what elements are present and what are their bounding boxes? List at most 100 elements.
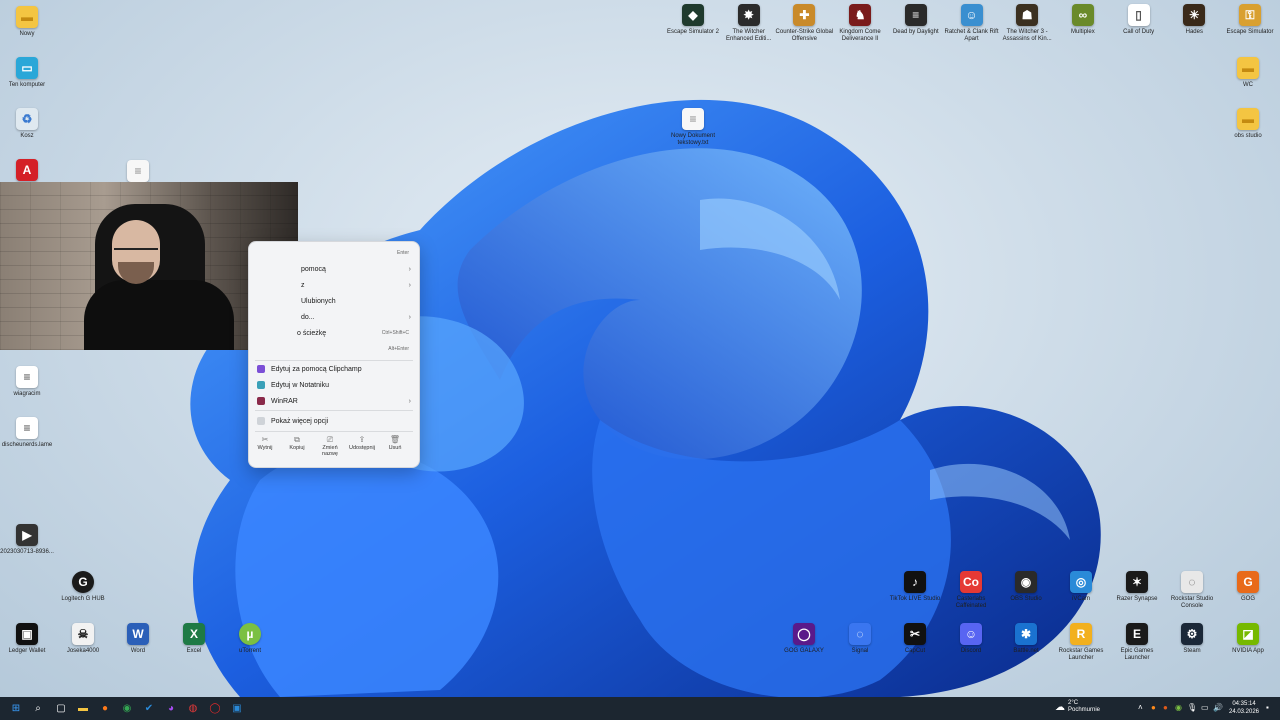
share-icon: ⇪ bbox=[358, 435, 366, 444]
casterlabs-icon: Co bbox=[960, 571, 982, 593]
task-view-icon[interactable]: ▢ bbox=[53, 700, 69, 716]
desktop-app-icon-6[interactable]: G GOG bbox=[1219, 571, 1277, 603]
desktop-app-icon-2[interactable]: ✂ CapCut bbox=[886, 623, 944, 655]
app-icon[interactable]: ◍ bbox=[185, 700, 201, 716]
network-icon[interactable]: ▭ bbox=[1201, 703, 1209, 712]
logitech-icon: G bbox=[72, 571, 94, 593]
file-explorer-icon[interactable]: ▬ bbox=[75, 700, 91, 716]
desktop-icon-new-text-document[interactable]: ≡ Nowy Dokument tekstowy.txt bbox=[664, 108, 722, 147]
notification-icon[interactable]: ▪ bbox=[1266, 703, 1269, 712]
tray-app-icon[interactable]: ● bbox=[1151, 703, 1156, 712]
messenger-icon[interactable]: ◕ bbox=[163, 700, 179, 716]
context-menu: Enter pomocą › z › Ulubionych do... › o … bbox=[248, 241, 420, 468]
desktop-icon-video[interactable]: ▶ 2023030713-8936... bbox=[0, 524, 56, 556]
desktop-top-icon-5[interactable]: ☺ Ratchet & Clank Rift Apart bbox=[943, 4, 1001, 43]
desktop-app-icon-4[interactable]: ✱ Battle.net bbox=[997, 623, 1055, 655]
menu-item-label: Pokaż więcej opcji bbox=[271, 417, 329, 425]
desktop-top-icon-9[interactable]: ☀ Hades bbox=[1165, 4, 1223, 36]
context-menu-item-clipchamp[interactable]: Edytuj za pomocą Clipchamp bbox=[249, 362, 419, 376]
weather-widget[interactable]: ☁ 2°C Pochmurnie bbox=[1055, 700, 1100, 714]
desktop-icon-ledger[interactable]: ▣ Ledger Wallet bbox=[0, 623, 56, 655]
context-menu-item-properties[interactable]: Alt+Enter bbox=[249, 342, 419, 356]
desktop-app-icon-1[interactable]: Co Casterlabs Caffeinated bbox=[942, 571, 1000, 610]
tray-app-icon[interactable]: ◉ bbox=[1175, 703, 1182, 712]
firefox-icon[interactable]: ● bbox=[97, 700, 113, 716]
tray-app-icon[interactable]: ● bbox=[1163, 703, 1168, 712]
cs-icon: ✚ bbox=[793, 4, 816, 26]
desktop-app-icon-5[interactable]: ◌ Rockstar Studio Console bbox=[1163, 571, 1221, 610]
nvidia-icon: ◪ bbox=[1237, 623, 1259, 645]
desktop-app-icon-2[interactable]: ◉ OBS Studio bbox=[997, 571, 1055, 603]
desktop-icon-label: Nowy bbox=[19, 31, 35, 37]
desktop-top-icon-4[interactable]: ≡ Dead by Daylight bbox=[887, 4, 945, 36]
desktop-app-icon-3[interactable]: ☺ Discord bbox=[942, 623, 1000, 655]
desktop-icon-label: Ten komputer bbox=[8, 82, 46, 88]
context-menu-item-winrar[interactable]: WinRAR › bbox=[249, 394, 419, 408]
gog-orange-icon: G bbox=[1237, 571, 1259, 593]
context-menu-item-send-to[interactable]: do... › bbox=[249, 310, 419, 324]
chevron-right-icon: › bbox=[408, 265, 411, 273]
desktop-icon-label: Kosz bbox=[20, 133, 34, 139]
action-rename-button[interactable]: ⎚ Zmień nazwę bbox=[315, 435, 345, 457]
context-menu-item-favorites[interactable]: Ulubionych bbox=[249, 294, 419, 308]
desktop-top-icon-1[interactable]: ✸ The Witcher Enhanced Editi... bbox=[720, 4, 778, 43]
desktop-icon-nowy[interactable]: ▬ Nowy bbox=[0, 6, 56, 38]
context-menu-item-copy-path[interactable]: o ścieżkę Ctrl+Shift+C bbox=[249, 326, 419, 340]
desktop-top-icon-6[interactable]: ☗ The Witcher 3 - Assassins of Kin... bbox=[998, 4, 1056, 43]
context-menu-item-open[interactable]: Enter bbox=[249, 246, 419, 260]
desktop-top-icon-7[interactable]: ∞ Multiplex bbox=[1054, 4, 1112, 36]
desktop-top-icon-2[interactable]: ✚ Counter-Strike Global Offensive bbox=[775, 4, 833, 43]
chevron-up-icon[interactable]: ˄ bbox=[1138, 703, 1143, 712]
desktop-icon-recycle-bin[interactable]: ♻ Kosz bbox=[0, 108, 56, 140]
action-share-button[interactable]: ⇪ Udostępnij bbox=[347, 435, 377, 451]
desktop-icon-doc-2[interactable]: ≡ discheunerds.lame bbox=[0, 417, 56, 449]
search-icon[interactable]: ⌕ bbox=[30, 700, 46, 716]
context-menu-item-show-more[interactable]: Pokaż więcej opcji bbox=[249, 414, 419, 428]
tasks-icon[interactable]: ✔ bbox=[141, 700, 157, 716]
desktop-icon-text-file[interactable]: ≡ bbox=[109, 160, 167, 182]
opera-icon[interactable]: ◯ bbox=[207, 700, 223, 716]
desktop-icon-pdf[interactable]: A bbox=[0, 159, 56, 181]
desktop-icon-excel[interactable]: X Excel bbox=[165, 623, 223, 655]
desktop-top-icon-8[interactable]: ▯ Call of Duty bbox=[1110, 4, 1168, 36]
menu-separator bbox=[255, 360, 413, 361]
context-menu-item-share-with[interactable]: z › bbox=[249, 278, 419, 292]
desktop-top-icon-0[interactable]: ◆ Escape Simulator 2 bbox=[664, 4, 722, 36]
desktop-app-icon-1[interactable]: ◌ Signal bbox=[831, 623, 889, 655]
desktop-app-icon-0[interactable]: ◯ GOG GALAXY bbox=[775, 623, 833, 655]
action-cut-button[interactable]: ✂ Wytnij bbox=[250, 435, 280, 451]
desktop-icon-label: OBS Studio bbox=[1010, 596, 1042, 602]
desktop-app-icon-5[interactable]: R Rockstar Games Launcher bbox=[1052, 623, 1110, 662]
desktop-icon-wc[interactable]: ▬ WC bbox=[1219, 57, 1277, 89]
desktop-top-icon-3[interactable]: ♞ Kingdom Come Deliverance II bbox=[831, 4, 889, 43]
desktop-app-icon-6[interactable]: E Epic Games Launcher bbox=[1108, 623, 1166, 662]
desktop-icon-this-pc[interactable]: ▭ Ten komputer bbox=[0, 57, 56, 89]
desktop-icon-obs-folder[interactable]: ▬ obs studio bbox=[1219, 108, 1277, 140]
desktop-app-icon-8[interactable]: ◪ NVIDIA App bbox=[1219, 623, 1277, 655]
desktop-app-icon-7[interactable]: ⚙ Steam bbox=[1163, 623, 1221, 655]
desktop-icon-logitech[interactable]: G Logitech G HUB bbox=[54, 571, 112, 603]
desktop-icon-label: Kingdom Come Deliverance II bbox=[839, 29, 881, 42]
battlenet-icon: ✱ bbox=[1015, 623, 1037, 645]
desktop-icon-doc-1[interactable]: ≡ wiagracim bbox=[0, 366, 56, 398]
system-clock[interactable]: 04:35:14 24.03.2026 bbox=[1226, 700, 1262, 716]
desktop-icon-word[interactable]: W Word bbox=[109, 623, 167, 655]
context-menu-item-open-with[interactable]: pomocą › bbox=[249, 262, 419, 276]
desktop-icon-utorrent[interactable]: µ uTorrent bbox=[221, 623, 279, 655]
microphone-icon[interactable]: 🎙 bbox=[1187, 703, 1197, 712]
desktop-icon-label: NVIDIA App bbox=[1232, 648, 1264, 654]
desktop-app-icon-3[interactable]: ◎ iVCam bbox=[1052, 571, 1110, 603]
steam-icon: ⚙ bbox=[1181, 623, 1203, 645]
desktop-app-icon-4[interactable]: ✶ Razer Synapse bbox=[1108, 571, 1166, 603]
action-delete-button[interactable]: 🗑 Usuń bbox=[380, 435, 410, 451]
volume-icon[interactable]: 🔊 bbox=[1213, 703, 1223, 712]
action-copy-button[interactable]: ⧉ Kopiuj bbox=[282, 435, 312, 451]
start-icon[interactable]: ⊞ bbox=[8, 700, 24, 716]
desktop-icon-label: The Witcher Enhanced Editi... bbox=[726, 29, 772, 42]
desktop-icon-alien[interactable]: ☠ Joseka4000 bbox=[54, 623, 112, 655]
context-menu-item-notepad[interactable]: Edytuj w Notatniku bbox=[249, 378, 419, 392]
desktop-top-icon-10[interactable]: ⚿ Escape Simulator bbox=[1221, 4, 1279, 36]
desktop-app-icon-0[interactable]: ♪ TikTok LIVE Studio bbox=[886, 571, 944, 603]
app-icon[interactable]: ▣ bbox=[229, 700, 245, 716]
chrome-icon[interactable]: ◉ bbox=[119, 700, 135, 716]
